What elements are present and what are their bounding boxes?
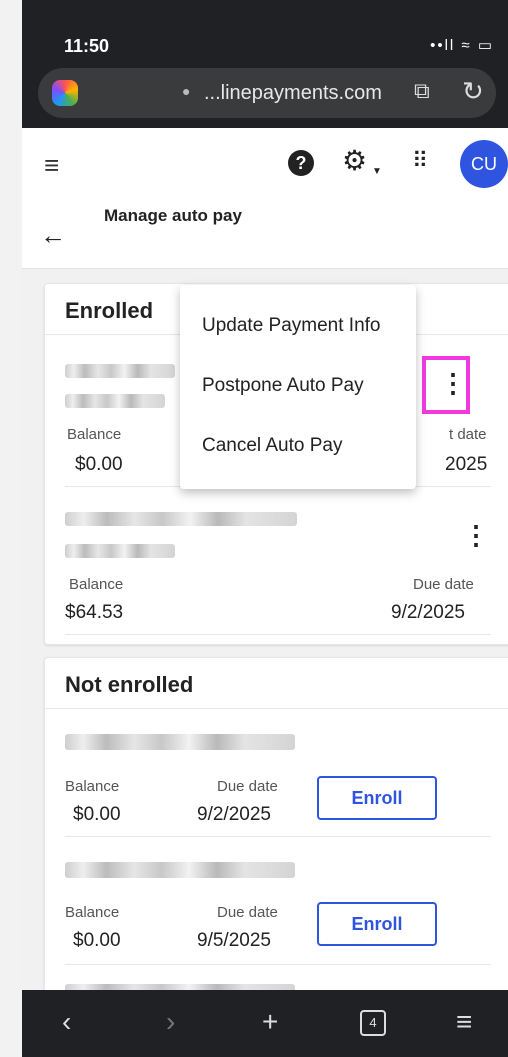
balance-label: Balance — [65, 904, 120, 921]
divider — [65, 964, 491, 965]
due-date-value: 9/2/2025 — [197, 804, 271, 825]
signal-wifi-battery-icons: ••ll ≈ ▭ — [430, 37, 494, 54]
tab-count[interactable]: 4 — [360, 1010, 386, 1036]
redacted-account-name — [65, 862, 295, 878]
lock-icon: ● — [182, 83, 191, 99]
redacted-account-number — [65, 544, 175, 558]
balance-value: $0.00 — [73, 804, 121, 825]
due-date-value: 2025 — [445, 454, 488, 475]
balance-value: $0.00 — [75, 454, 123, 475]
hamburger-menu-icon[interactable]: ≡ — [44, 150, 59, 181]
balance-label: Balance — [67, 426, 122, 443]
back-icon[interactable]: ‹ — [62, 1006, 71, 1038]
back-arrow-icon[interactable]: ← — [40, 220, 66, 251]
menu-item-cancel-auto-pay[interactable]: Cancel Auto Pay — [202, 435, 342, 457]
due-date-value: 9/2/2025 — [391, 602, 465, 623]
balance-label: Balance — [65, 778, 120, 795]
selected-more-options-button[interactable]: ⋮ — [422, 356, 470, 414]
copilot-icon[interactable] — [52, 80, 78, 106]
balance-value: $0.00 — [73, 930, 121, 951]
menu-item-update-payment-info[interactable]: Update Payment Info — [202, 315, 381, 337]
settings-gear-icon[interactable]: ⚙ — [342, 144, 367, 177]
help-icon[interactable]: ? — [288, 150, 314, 176]
browser-toolbar: ● ...linepayments.com ⧉ ↻ — [22, 62, 508, 128]
more-options-icon[interactable]: ⋮ — [440, 370, 466, 396]
enroll-button[interactable]: Enroll — [317, 902, 437, 946]
not-enrolled-card: Not enrolled Balance $0.00 Due date 9/2/… — [44, 657, 508, 1019]
clock: 11:50 — [64, 36, 110, 56]
avatar[interactable]: CU — [460, 140, 508, 188]
due-date-label: t date — [449, 426, 487, 443]
reload-icon[interactable]: ↻ — [462, 76, 484, 107]
phone-screen: 11:50 ••ll ≈ ▭ ● ...linepayments.com ⧉ ↻… — [22, 0, 508, 1057]
auto-pay-actions-menu: Update Payment Info Postpone Auto Pay Ca… — [180, 285, 416, 489]
divider — [65, 634, 491, 635]
url-text[interactable]: ...linepayments.com — [204, 82, 382, 105]
forward-icon[interactable]: › — [166, 1006, 175, 1038]
address-bar[interactable]: ● ...linepayments.com ⧉ ↻ — [38, 68, 496, 118]
menu-icon[interactable]: ≡ — [456, 1006, 472, 1038]
due-date-label: Due date — [217, 904, 278, 921]
menu-item-postpone-auto-pay[interactable]: Postpone Auto Pay — [202, 375, 364, 397]
redacted-account-name — [65, 512, 297, 526]
status-bar: 11:50 ••ll ≈ ▭ — [22, 0, 508, 62]
more-options-icon[interactable]: ⋮ — [463, 522, 489, 548]
apps-grid-icon[interactable]: ⠿ — [412, 148, 428, 174]
due-date-value: 9/5/2025 — [197, 930, 271, 951]
page-title: Manage auto pay — [104, 206, 242, 225]
divider — [65, 836, 491, 837]
due-date-label: Due date — [413, 576, 474, 593]
redacted-account-name — [65, 734, 295, 750]
page-header: ← Manage auto pay — [22, 198, 508, 269]
due-date-label: Due date — [217, 778, 278, 795]
section-title-enrolled: Enrolled — [65, 298, 154, 323]
enroll-button[interactable]: Enroll — [317, 776, 437, 820]
balance-value: $64.53 — [65, 602, 124, 623]
new-tab-icon[interactable]: + — [262, 1006, 278, 1038]
redacted-account-number — [65, 394, 165, 408]
reader-icon[interactable]: ⧉ — [414, 78, 430, 104]
app-header: ≡ ? ⚙ ▼ ⠿ CU — [22, 128, 508, 198]
chevron-down-icon[interactable]: ▼ — [372, 166, 382, 177]
divider — [45, 708, 508, 709]
browser-bottom-bar: ‹ › + 4 ≡ — [22, 990, 508, 1057]
redacted-account-name — [65, 364, 175, 378]
balance-label: Balance — [69, 576, 124, 593]
section-title-not-enrolled: Not enrolled — [65, 672, 194, 697]
